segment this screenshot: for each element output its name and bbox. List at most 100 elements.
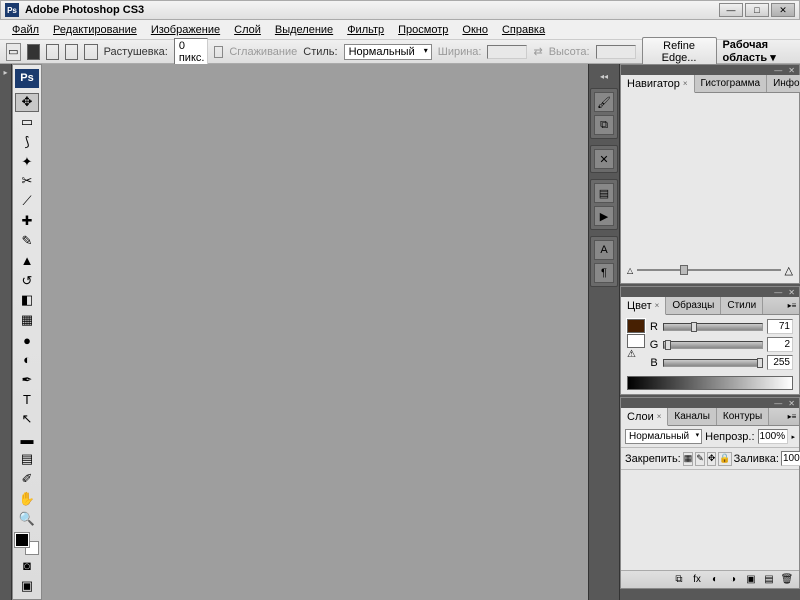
tab-styles[interactable]: Стили (721, 297, 763, 314)
zoom-slider[interactable]: △ △ (627, 263, 793, 277)
brush-tool[interactable]: ✎ (15, 232, 39, 251)
hand-tool[interactable]: ✋ (15, 489, 39, 508)
width-input[interactable] (487, 45, 527, 59)
stamp-tool[interactable]: ▲ (15, 251, 39, 270)
fill-input[interactable]: 100% (781, 451, 800, 466)
panel-minimize-icon[interactable]: — (774, 399, 782, 408)
panel-menu-icon[interactable]: ▸≡ (785, 408, 799, 425)
marquee-tool-icon[interactable]: ▭ (6, 43, 21, 61)
link-layers-icon[interactable]: ⧉ (671, 573, 687, 587)
dock-collapse-icon[interactable]: ◂◂ (589, 70, 619, 82)
opacity-input[interactable]: 100% (758, 429, 789, 444)
fg-color-swatch[interactable] (627, 319, 645, 333)
lock-transparency-icon[interactable]: ▦ (683, 452, 694, 466)
workspace-button[interactable]: Рабочая область (723, 39, 794, 64)
b-slider[interactable] (663, 359, 763, 367)
adjustment-layer-icon[interactable]: ◑ (725, 573, 741, 587)
color-spectrum[interactable] (627, 376, 793, 390)
menu-edit[interactable]: Редактирование (47, 22, 143, 38)
lock-position-icon[interactable]: ✥ (707, 452, 717, 466)
healing-tool[interactable]: ✚ (15, 212, 39, 231)
tab-paths[interactable]: Контуры (717, 408, 769, 425)
selection-mode-sub[interactable] (65, 44, 78, 60)
panel-minimize-icon[interactable]: — (774, 66, 782, 75)
tab-info[interactable]: Инфо (767, 75, 800, 92)
lasso-tool[interactable]: ⟆ (15, 132, 39, 151)
character-panel-icon[interactable]: A (594, 240, 614, 260)
layer-mask-icon[interactable]: ◐ (707, 573, 723, 587)
clone-panel-icon[interactable]: ⧉ (594, 115, 614, 135)
actions-icon[interactable]: ▶ (594, 206, 614, 226)
tool-presets-icon[interactable]: ✕ (594, 149, 614, 169)
menu-image[interactable]: Изображение (145, 22, 226, 38)
zoom-in-icon[interactable]: △ (785, 264, 793, 277)
dodge-tool[interactable]: ◐ (15, 350, 39, 369)
history-brush-tool[interactable]: ↺ (15, 271, 39, 290)
toolbox-collapse-strip[interactable]: ▸ (0, 64, 12, 600)
tab-navigator[interactable]: Навигатор× (621, 75, 695, 93)
tab-color[interactable]: Цвет× (621, 297, 666, 315)
lock-image-icon[interactable]: ✎ (695, 452, 705, 466)
menu-view[interactable]: Просмотр (392, 22, 454, 38)
b-value[interactable]: 255 (767, 355, 793, 370)
selection-mode-new[interactable] (27, 44, 40, 60)
r-value[interactable]: 71 (767, 319, 793, 334)
zoom-tool[interactable]: 🔍 (15, 509, 39, 528)
bg-color-swatch[interactable] (627, 334, 645, 348)
move-tool[interactable]: ✥ (15, 93, 39, 112)
layer-comps-icon[interactable]: ▤ (594, 183, 614, 203)
blur-tool[interactable]: ● (15, 331, 39, 350)
tab-swatches[interactable]: Образцы (666, 297, 721, 314)
tab-layers[interactable]: Слои× (621, 408, 668, 426)
pen-tool[interactable]: ✒ (15, 370, 39, 389)
layer-list[interactable] (621, 470, 799, 570)
marquee-tool[interactable]: ▭ (15, 113, 39, 132)
menu-filter[interactable]: Фильтр (341, 22, 390, 38)
chevron-icon[interactable]: ▸ (791, 433, 795, 441)
quickmask-tool[interactable]: ◙ (15, 556, 39, 575)
tab-histogram[interactable]: Гистограмма (695, 75, 768, 92)
shape-tool[interactable]: ▬ (15, 430, 39, 449)
maximize-button[interactable]: □ (745, 3, 769, 17)
wand-tool[interactable]: ✦ (15, 152, 39, 171)
eraser-tool[interactable]: ◧ (15, 291, 39, 310)
canvas-area[interactable] (42, 64, 588, 600)
eyedropper-tool[interactable]: ✐ (15, 469, 39, 488)
gamut-warning-icon[interactable]: ⚠ (627, 349, 639, 361)
lock-all-icon[interactable]: 🔒 (718, 452, 731, 466)
antialias-checkbox[interactable] (214, 46, 223, 58)
gradient-tool[interactable]: ▦ (15, 311, 39, 330)
color-swatches[interactable] (15, 533, 39, 555)
zoom-thumb[interactable] (680, 265, 688, 275)
style-select[interactable]: Нормальный (344, 44, 432, 60)
height-input[interactable] (596, 45, 636, 59)
close-button[interactable]: ✕ (771, 3, 795, 17)
notes-tool[interactable]: ▤ (15, 450, 39, 469)
foreground-swatch[interactable] (15, 533, 29, 547)
panel-minimize-icon[interactable]: — (774, 288, 782, 297)
g-slider[interactable] (663, 341, 763, 349)
swap-icon[interactable]: ⇄ (533, 45, 542, 58)
menu-help[interactable]: Справка (496, 22, 551, 38)
slice-tool[interactable]: ⟋ (15, 192, 39, 211)
r-slider[interactable] (663, 323, 763, 331)
tab-channels[interactable]: Каналы (668, 408, 717, 425)
close-icon[interactable]: × (657, 412, 662, 421)
crop-tool[interactable]: ✂ (15, 172, 39, 191)
close-icon[interactable]: × (655, 301, 660, 310)
menu-file[interactable]: Файл (6, 22, 45, 38)
expand-icon[interactable]: ▸ (3, 68, 7, 77)
panel-close-icon[interactable]: ✕ (788, 399, 795, 408)
new-layer-icon[interactable]: ▤ (761, 573, 777, 587)
menu-select[interactable]: Выделение (269, 22, 339, 38)
type-tool[interactable]: T (15, 390, 39, 409)
refine-edge-button[interactable]: Refine Edge... (642, 37, 717, 67)
screenmode-tool[interactable]: ▣ (15, 576, 39, 595)
selection-mode-int[interactable] (84, 44, 97, 60)
g-value[interactable]: 2 (767, 337, 793, 352)
close-icon[interactable]: × (683, 79, 688, 88)
path-tool[interactable]: ↖ (15, 410, 39, 429)
blend-mode-select[interactable]: Нормальный (625, 429, 702, 444)
panel-close-icon[interactable]: ✕ (788, 66, 795, 75)
panel-close-icon[interactable]: ✕ (788, 288, 795, 297)
